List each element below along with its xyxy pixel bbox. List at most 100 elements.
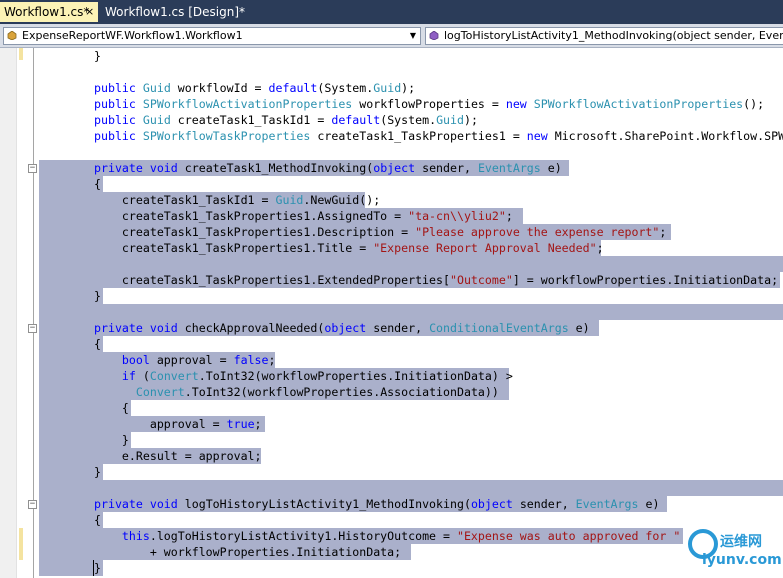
code-token: .NewGuid(); [303, 193, 381, 207]
code-line[interactable] [0, 304, 783, 320]
code-token: approval = [149, 353, 234, 367]
code-token: "Expense Report Approval Needed" [373, 241, 597, 255]
code-token: ); [463, 113, 478, 127]
code-text: } [94, 432, 129, 448]
code-line[interactable]: approval = true; [0, 416, 783, 432]
text-caret [93, 560, 94, 576]
code-line[interactable]: createTask1_TaskId1 = Guid.NewGuid(); [0, 192, 783, 208]
code-line[interactable] [0, 480, 783, 496]
code-token: } [94, 465, 101, 479]
code-line[interactable]: public SPWorkflowTaskProperties createTa… [0, 128, 783, 144]
code-text: createTask1_TaskProperties1.Title = "Exp… [94, 240, 604, 256]
type-selector-dropdown[interactable]: ExpenseReportWF.Workflow1.Workflow1 ▼ [3, 27, 421, 45]
document-tab-strip: Workflow1.cs* × Workflow1.cs [Design]* [0, 0, 783, 24]
code-line[interactable]: if (Convert.ToInt32(workflowProperties.I… [0, 368, 783, 384]
code-text: } [94, 48, 101, 64]
code-line[interactable]: e.Result = approval; [0, 448, 783, 464]
tab-workflow1-design[interactable]: Workflow1.cs [Design]* [100, 2, 245, 22]
code-token: public [94, 97, 143, 111]
code-line[interactable] [0, 256, 783, 272]
code-line[interactable]: + workflowProperties.InitiationData; [0, 544, 783, 560]
code-line[interactable]: } [0, 48, 783, 64]
tab-workflow1-cs[interactable]: Workflow1.cs* × [0, 2, 98, 22]
code-token: public [94, 81, 143, 95]
code-text: approval = true; [94, 416, 262, 432]
code-token: createTask1_TaskId1 = [94, 193, 276, 207]
code-line[interactable]: createTask1_TaskProperties1.ExtendedProp… [0, 272, 783, 288]
code-token: private [94, 321, 150, 335]
code-token: "Outcome" [449, 273, 513, 287]
code-text: if (Convert.ToInt32(workflowProperties.I… [94, 368, 513, 384]
code-token: createTask1_TaskProperties1.AssignedTo = [94, 209, 409, 223]
code-token: EventArgs [575, 497, 639, 511]
code-line[interactable] [0, 64, 783, 80]
code-token: (System. [317, 81, 374, 95]
code-token: SPWorkflowActivationProperties [142, 97, 353, 111]
code-token: + workflowProperties.InitiationData; [94, 545, 402, 559]
selection-highlight [39, 256, 783, 272]
member-selector-value: logToHistoryListActivity1_MethodInvoking… [444, 29, 783, 42]
code-token: .ToInt32(workflowProperties.AssociationD… [184, 385, 499, 399]
code-token: Guid [436, 113, 464, 127]
code-token: } [94, 561, 101, 575]
code-text: createTask1_TaskProperties1.AssignedTo =… [94, 208, 513, 224]
code-token: default [268, 81, 318, 95]
code-token: (); [743, 97, 765, 111]
code-token: this [121, 529, 150, 543]
code-line[interactable]: public Guid workflowId = default(System.… [0, 80, 783, 96]
code-line[interactable]: { [0, 336, 783, 352]
code-line[interactable]: this.logToHistoryListActivity1.HistoryOu… [0, 528, 783, 544]
code-line[interactable]: { [0, 176, 783, 192]
code-text: createTask1_TaskId1 = Guid.NewGuid(); [94, 192, 380, 208]
code-token: { [94, 177, 101, 191]
code-line[interactable]: private void checkApprovalNeeded(object … [0, 320, 783, 336]
tab-label: Workflow1.cs [Design]* [105, 5, 246, 19]
code-line[interactable]: public SPWorkflowActivationProperties wo… [0, 96, 783, 112]
code-token: new [505, 97, 534, 111]
code-token: ; [596, 241, 604, 255]
code-line[interactable]: public Guid createTask1_TaskId1 = defaul… [0, 112, 783, 128]
code-token: SPWorkflowTaskProperties [142, 129, 311, 143]
code-token: { [94, 513, 101, 527]
code-line[interactable]: { [0, 512, 783, 528]
code-text: private void logToHistoryListActivity1_M… [94, 496, 659, 512]
chevron-down-icon: ▼ [409, 31, 417, 40]
code-token: if [121, 369, 136, 383]
code-line[interactable]: private void createTask1_MethodInvoking(… [0, 160, 783, 176]
code-token: void [149, 161, 185, 175]
code-line[interactable]: { [0, 400, 783, 416]
code-line[interactable]: } [0, 560, 783, 576]
code-token: createTask1_TaskProperties1.ExtendedProp… [94, 273, 450, 287]
member-selector-dropdown[interactable]: logToHistoryListActivity1_MethodInvoking… [425, 27, 783, 45]
code-text: private void createTask1_MethodInvoking(… [94, 160, 562, 176]
code-text: { [94, 512, 101, 528]
code-line[interactable]: } [0, 288, 783, 304]
code-token: void [149, 321, 185, 335]
code-line[interactable]: Convert.ToInt32(workflowProperties.Assoc… [0, 384, 783, 400]
code-line[interactable]: } [0, 464, 783, 480]
selection-highlight [39, 304, 783, 320]
code-line[interactable]: bool approval = false; [0, 352, 783, 368]
code-line[interactable]: } [0, 432, 783, 448]
close-tab-icon[interactable]: × [85, 2, 94, 22]
code-token: ( [135, 369, 150, 383]
code-line[interactable]: createTask1_TaskProperties1.AssignedTo =… [0, 208, 783, 224]
code-token: { [94, 337, 101, 351]
code-token: Guid [142, 81, 171, 95]
code-token: EventArgs [477, 161, 541, 175]
code-token: default [331, 113, 381, 127]
code-token: { [94, 401, 129, 415]
code-line[interactable]: private void logToHistoryListActivity1_M… [0, 496, 783, 512]
code-token: void [149, 497, 185, 511]
code-text: bool approval = false; [94, 352, 276, 368]
code-token: ; [659, 225, 667, 239]
code-line[interactable] [0, 144, 783, 160]
code-token: createTask1_TaskId1 = [170, 113, 332, 127]
code-text: } [94, 288, 101, 304]
code-editor[interactable]: − − − } public Guid workflowId = default(… [0, 48, 783, 578]
code-token: ] = workflowProperties.InitiationData; [512, 273, 779, 287]
code-token: e) [638, 497, 660, 511]
code-line[interactable]: createTask1_TaskProperties1.Description … [0, 224, 783, 240]
code-line[interactable]: createTask1_TaskProperties1.Title = "Exp… [0, 240, 783, 256]
